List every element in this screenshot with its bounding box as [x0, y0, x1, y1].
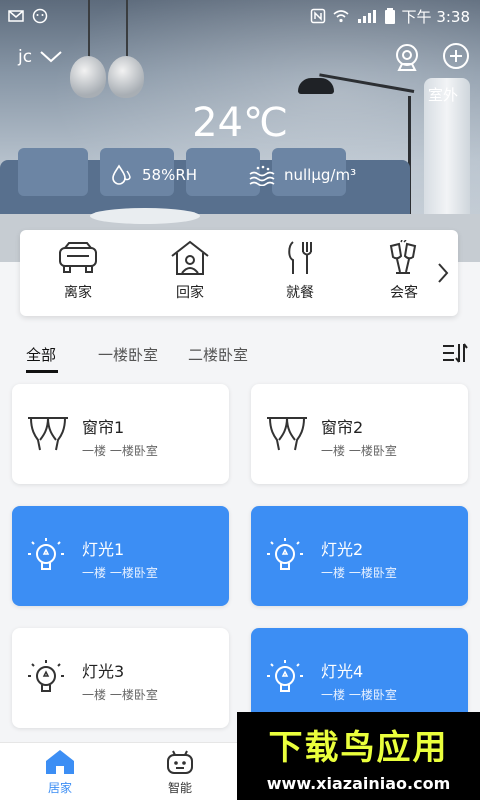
scene-panel: 离家 回家 就餐 会客 [20, 230, 458, 316]
device-room: 一楼 一楼卧室 [82, 688, 158, 702]
add-icon[interactable] [442, 42, 470, 70]
temperature: 24℃ [192, 100, 288, 146]
cutlery-icon [288, 241, 312, 274]
curtain-icon [267, 417, 307, 451]
pm-readout: nullμg/m³ [248, 164, 356, 186]
coffee-table [90, 208, 200, 224]
cushion [18, 148, 88, 196]
bulb-icon [267, 660, 303, 692]
sort-icon[interactable] [442, 342, 468, 364]
floor-lamp-shade [298, 78, 334, 94]
device-name: 灯光3 [82, 662, 125, 681]
tab-first-floor-bedroom[interactable]: 一楼卧室 [98, 344, 158, 365]
scene-come-home[interactable]: 回家 [150, 240, 230, 302]
status-bar: 下午 3:38 [8, 6, 470, 26]
device-card-light-2[interactable]: 灯光2 一楼 一楼卧室 [251, 506, 468, 606]
face-icon [32, 8, 48, 24]
curtain-icon [28, 417, 68, 451]
device-card-curtain-2[interactable]: 窗帘2 一楼 一楼卧室 [251, 384, 468, 484]
signal-icon [357, 10, 376, 23]
nav-smart[interactable]: 智能 [140, 749, 220, 796]
pendant-lamp [70, 56, 106, 98]
bulb-icon [267, 538, 303, 570]
humidity-readout: 58%RH [110, 164, 197, 186]
water-drop-icon [112, 164, 131, 185]
wifi-icon [333, 10, 349, 23]
scene-leave-home[interactable]: 离家 [38, 240, 118, 302]
device-name: 灯光1 [82, 540, 125, 559]
tab-all[interactable]: 全部 [26, 344, 56, 365]
pendant-lamp [108, 56, 144, 98]
robot-icon [167, 750, 193, 774]
air-quality-icon [249, 165, 275, 186]
device-room: 一楼 一楼卧室 [82, 566, 158, 580]
device-name: 灯光2 [321, 540, 364, 559]
status-time: 下午 3:38 [401, 7, 470, 26]
car-icon [59, 242, 97, 273]
home-icon [171, 240, 209, 275]
tab-indicator [26, 370, 58, 373]
nav-home[interactable]: 居家 [20, 749, 100, 796]
device-room: 一楼 一楼卧室 [82, 444, 158, 458]
watermark: 下载鸟应用 www.xiazainiao.com [237, 712, 480, 800]
nav-label: 智能 [167, 781, 192, 795]
scene-label: 就餐 [286, 285, 314, 301]
device-name: 窗帘1 [82, 418, 125, 437]
chevron-right-icon[interactable] [436, 262, 450, 284]
house-icon [46, 750, 74, 774]
scene-label: 会客 [390, 285, 418, 301]
device-name: 窗帘2 [321, 418, 364, 437]
mail-icon [8, 10, 24, 22]
home-name: jc [18, 47, 33, 67]
device-room: 一楼 一楼卧室 [321, 444, 397, 458]
device-card-light-1[interactable]: 灯光1 一楼 一楼卧室 [12, 506, 229, 606]
bulb-icon [28, 538, 64, 570]
home-selector[interactable]: jc [18, 47, 62, 67]
device-card-light-3[interactable]: 灯光3 一楼 一楼卧室 [12, 628, 229, 728]
wine-glasses-icon [389, 240, 417, 274]
battery-icon [384, 8, 395, 24]
chevron-down-icon [40, 51, 62, 63]
device-room: 一楼 一楼卧室 [321, 566, 397, 580]
camera-icon[interactable] [392, 42, 422, 72]
bulb-icon [28, 660, 64, 692]
watermark-url: www.xiazainiao.com [266, 774, 451, 793]
scene-label: 离家 [64, 285, 92, 301]
device-name: 灯光4 [321, 662, 364, 681]
device-room: 一楼 一楼卧室 [321, 688, 397, 702]
nav-label: 居家 [47, 781, 72, 795]
scene-guests[interactable]: 会客 [364, 240, 444, 302]
device-card-curtain-1[interactable]: 窗帘1 一楼 一楼卧室 [12, 384, 229, 484]
watermark-title: 下载鸟应用 [268, 728, 449, 768]
scene-dining[interactable]: 就餐 [260, 240, 340, 302]
humidity-value: 58%RH [142, 166, 198, 184]
nfc-icon [310, 8, 325, 24]
pm-value: nullμg/m³ [284, 166, 357, 184]
room-tabs: 全部 一楼卧室 二楼卧室 [0, 330, 480, 374]
tab-second-floor-bedroom[interactable]: 二楼卧室 [188, 344, 248, 365]
scene-label: 回家 [176, 285, 204, 301]
